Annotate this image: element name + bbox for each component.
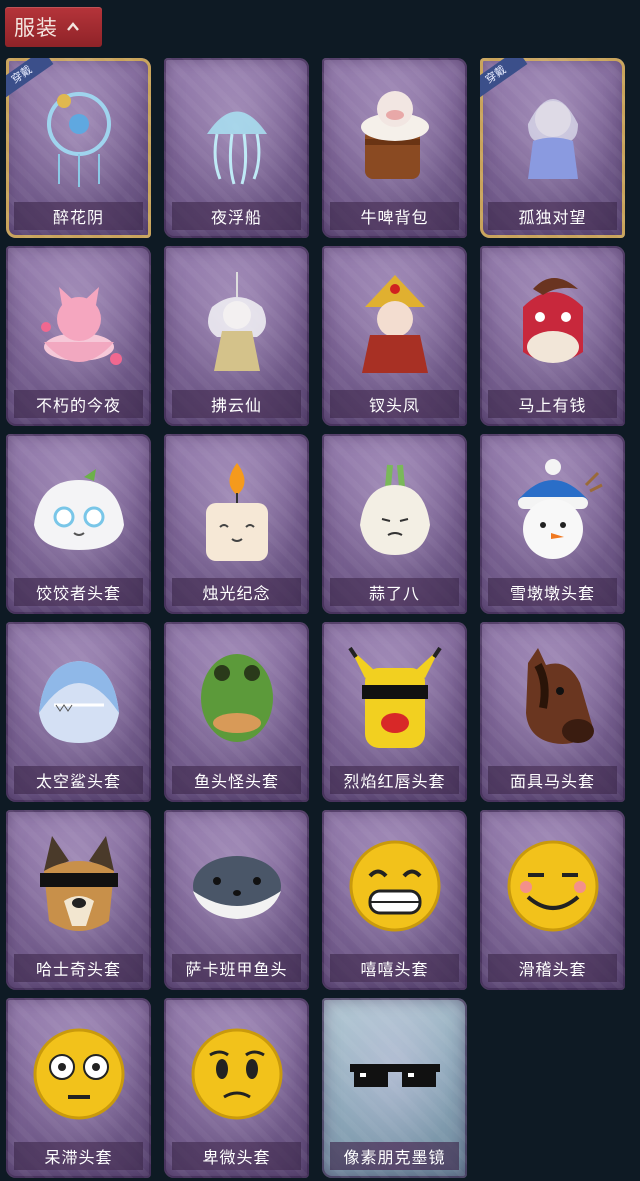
costume-name: 马上有钱 xyxy=(518,396,587,415)
costume-card[interactable]: 面具马头套 xyxy=(480,622,625,802)
snowman-head-icon xyxy=(480,446,625,574)
costume-card[interactable]: 烛光纪念 xyxy=(164,434,309,614)
card-label-bar: 烈焰红唇头套 xyxy=(330,766,459,794)
costume-card[interactable]: 穿戴 醉花阴 xyxy=(6,58,151,238)
costume-name: 拂云仙 xyxy=(210,396,262,415)
costume-card[interactable]: 蒜了八 xyxy=(322,434,467,614)
costume-name: 不朽的今夜 xyxy=(35,396,121,415)
card-label-bar: 牛啤背包 xyxy=(330,202,459,230)
costume-card[interactable]: 牛啤背包 xyxy=(322,58,467,238)
card-label-bar: 拂云仙 xyxy=(172,390,301,418)
costume-card[interactable]: 卑微头套 xyxy=(164,998,309,1178)
garlic-head-icon xyxy=(322,446,467,574)
card-label-bar: 马上有钱 xyxy=(488,390,617,418)
fish-head-icon xyxy=(164,634,309,762)
card-label-bar: 呆滞头套 xyxy=(14,1142,143,1170)
card-label-bar: 烛光纪念 xyxy=(172,578,301,606)
floral-pendant-icon xyxy=(6,70,151,198)
card-label-bar: 滑稽头套 xyxy=(488,954,617,982)
costume-card[interactable]: 穿戴 孤独对望 xyxy=(480,58,625,238)
card-label-bar: 蒜了八 xyxy=(330,578,459,606)
costume-card[interactable]: 嘻嘻头套 xyxy=(322,810,467,990)
fairy-pendant-icon xyxy=(164,258,309,386)
costume-name: 牛啤背包 xyxy=(360,208,429,227)
costume-card[interactable]: 饺饺者头套 xyxy=(6,434,151,614)
costume-card[interactable]: 鱼头怪头套 xyxy=(164,622,309,802)
costume-card[interactable]: 萨卡班甲鱼头 xyxy=(164,810,309,990)
costume-name: 烈焰红唇头套 xyxy=(343,772,446,791)
costume-card[interactable]: 拂云仙 xyxy=(164,246,309,426)
grin-emoji-head-icon xyxy=(322,822,467,950)
costume-name: 呆滞头套 xyxy=(44,1148,113,1167)
chevron-up-icon xyxy=(67,22,79,31)
dumpling-head-icon xyxy=(6,446,151,574)
costume-name: 滑稽头套 xyxy=(518,960,587,979)
card-label-bar: 孤独对望 xyxy=(488,202,617,230)
costume-name: 太空鲨头套 xyxy=(35,772,121,791)
costume-name: 像素朋克墨镜 xyxy=(343,1148,446,1167)
costume-name: 哈士奇头套 xyxy=(35,960,121,979)
costume-card[interactable]: 哈士奇头套 xyxy=(6,810,151,990)
candle-head-icon xyxy=(164,446,309,574)
smirk-emoji-head-icon xyxy=(480,822,625,950)
card-label-bar: 钗头凤 xyxy=(330,390,459,418)
card-label-bar: 太空鲨头套 xyxy=(14,766,143,794)
costume-card[interactable]: 呆滞头套 xyxy=(6,998,151,1178)
costume-card[interactable]: 滑稽头套 xyxy=(480,810,625,990)
costume-grid: 穿戴 醉花阴夜浮船 牛啤背包 穿戴 孤独对望不朽的今夜 拂云仙 钗头凤 马上有钱饺饺者头套 烛光… xyxy=(6,58,625,1178)
card-label-bar: 醉花阴 xyxy=(14,202,143,230)
costume-card[interactable]: 烈焰红唇头套 xyxy=(322,622,467,802)
costume-name: 饺饺者头套 xyxy=(35,584,121,603)
pikachu-mask-icon xyxy=(322,634,467,762)
costume-name: 嘻嘻头套 xyxy=(360,960,429,979)
card-label-bar: 雪墩墩头套 xyxy=(488,578,617,606)
horse-mask-icon xyxy=(480,634,625,762)
card-label-bar: 萨卡班甲鱼头 xyxy=(172,954,301,982)
costume-name: 孤独对望 xyxy=(518,208,587,227)
costume-card[interactable]: 雪墩墩头套 xyxy=(480,434,625,614)
costume-card[interactable]: 夜浮船 xyxy=(164,58,309,238)
costume-name: 面具马头套 xyxy=(509,772,595,791)
costume-name: 雪墩墩头套 xyxy=(509,584,595,603)
costume-name: 夜浮船 xyxy=(210,208,262,227)
costume-card[interactable]: 像素朋克墨镜 xyxy=(322,998,467,1178)
costume-name: 钗头凤 xyxy=(368,396,420,415)
costume-name: 卑微头套 xyxy=(202,1148,271,1167)
jellyfish-pendant-icon xyxy=(164,70,309,198)
costume-name: 醉花阴 xyxy=(52,208,104,227)
cow-beer-mug-icon xyxy=(322,70,467,198)
costume-name: 蒜了八 xyxy=(368,584,420,603)
costume-card[interactable]: 不朽的今夜 xyxy=(6,246,151,426)
costume-section-header[interactable]: 服装 xyxy=(5,7,102,47)
costume-name: 鱼头怪头套 xyxy=(193,772,279,791)
pleading-emoji-head-icon xyxy=(164,1010,309,1138)
shark-head-icon xyxy=(6,634,151,762)
pink-cat-bowl-icon xyxy=(6,258,151,386)
opera-doll-icon xyxy=(322,258,467,386)
card-label-bar: 饺饺者头套 xyxy=(14,578,143,606)
card-label-bar: 像素朋克墨镜 xyxy=(330,1142,459,1170)
card-label-bar: 卑微头套 xyxy=(172,1142,301,1170)
costume-name: 萨卡班甲鱼头 xyxy=(185,960,288,979)
doll-pendant-icon xyxy=(480,70,625,198)
pixel-sunglasses-icon xyxy=(322,1010,467,1138)
husky-head-icon xyxy=(6,822,151,950)
costume-name: 烛光纪念 xyxy=(202,584,271,603)
costume-card[interactable]: 钗头凤 xyxy=(322,246,467,426)
card-label-bar: 哈士奇头套 xyxy=(14,954,143,982)
costume-card[interactable]: 太空鲨头套 xyxy=(6,622,151,802)
section-title: 服装 xyxy=(14,16,58,40)
card-label-bar: 嘻嘻头套 xyxy=(330,954,459,982)
card-label-bar: 鱼头怪头套 xyxy=(172,766,301,794)
card-label-bar: 夜浮船 xyxy=(172,202,301,230)
card-label-bar: 面具马头套 xyxy=(488,766,617,794)
stunned-emoji-head-icon xyxy=(6,1010,151,1138)
sacabambaspis-head-icon xyxy=(164,822,309,950)
costume-card[interactable]: 马上有钱 xyxy=(480,246,625,426)
card-label-bar: 不朽的今夜 xyxy=(14,390,143,418)
red-horse-head-icon xyxy=(480,258,625,386)
